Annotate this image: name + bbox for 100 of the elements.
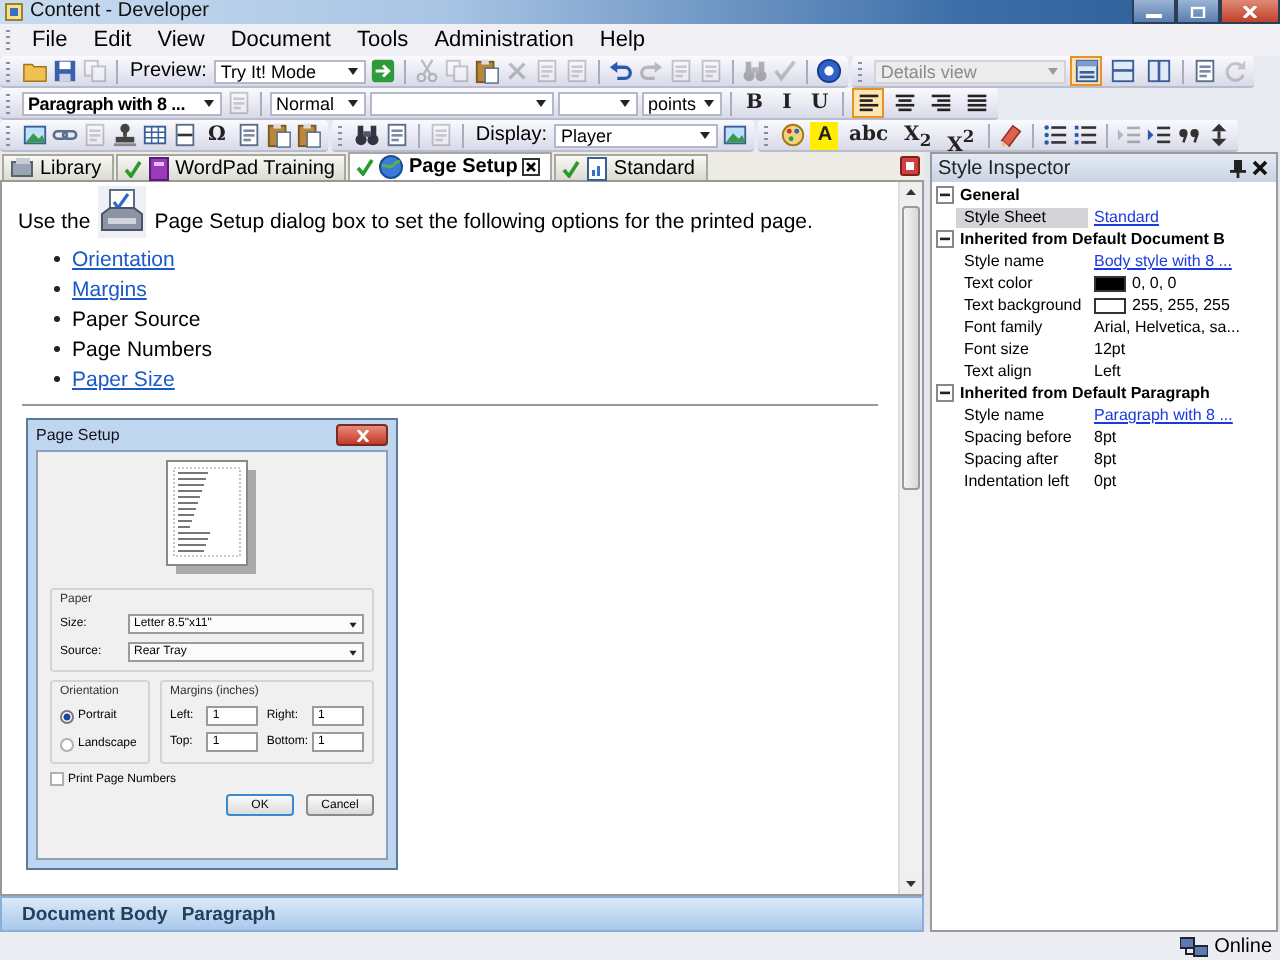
dropdown-arrow-icon	[346, 64, 361, 78]
property-name[interactable]: Indentation left	[956, 471, 1088, 491]
grip-handle[interactable]	[764, 125, 769, 145]
link[interactable]: Margins	[72, 277, 147, 301]
image-icon[interactable]	[22, 122, 48, 148]
layout-button[interactable]	[1106, 56, 1139, 86]
menu-item[interactable]: Edit	[79, 28, 144, 52]
property-name[interactable]: Style name	[956, 251, 1088, 271]
layout-button[interactable]	[1142, 56, 1175, 86]
menu-item[interactable]: File	[18, 28, 80, 52]
breadcrumb-item[interactable]: Paragraph	[181, 903, 276, 925]
eraser-icon[interactable]	[998, 122, 1025, 148]
format-button[interactable]: abc	[842, 121, 895, 149]
align-left-button[interactable]	[852, 88, 885, 118]
format-button[interactable]: I	[772, 89, 801, 117]
restore-button[interactable]	[1176, 0, 1220, 24]
indent-icon[interactable]	[1146, 122, 1173, 148]
document-icon[interactable]	[383, 122, 410, 148]
list-text: Page Numbers	[72, 337, 213, 361]
document-tab[interactable]: Page Setup	[348, 152, 552, 180]
menu-item[interactable]: View	[143, 28, 217, 52]
link[interactable]: Orientation	[72, 247, 175, 271]
stamp-icon[interactable]	[112, 122, 138, 148]
breadcrumb-item[interactable]: Document Body	[22, 903, 168, 925]
dropdown-arrow-icon	[202, 96, 216, 110]
dialog-title: Page Setup	[36, 426, 120, 444]
document-tab[interactable]: WordPad Training	[115, 154, 347, 180]
undo-icon[interactable]	[608, 58, 635, 84]
property-name[interactable]: Font family	[956, 317, 1088, 337]
layout-button[interactable]	[1070, 56, 1103, 86]
radio-button[interactable]	[60, 737, 74, 751]
tab-label: WordPad Training	[175, 157, 335, 179]
close-button[interactable]	[1220, 0, 1280, 24]
format-button[interactable]: X$^{2}$	[941, 121, 981, 149]
minimize-button[interactable]	[1132, 0, 1176, 24]
scroll-thumb[interactable]	[902, 206, 920, 490]
align-center-icon	[891, 90, 918, 116]
clipboard-icon[interactable]	[295, 122, 322, 148]
menu-item[interactable]: Help	[585, 28, 658, 52]
property-name[interactable]: Spacing after	[956, 449, 1088, 469]
property-name[interactable]: Text background	[956, 295, 1088, 315]
property-name[interactable]: Style name	[956, 405, 1088, 425]
dropdown-arrow-icon	[348, 619, 358, 629]
display-dropdown[interactable]: Player	[554, 123, 719, 147]
dropdown-arrow-icon	[618, 96, 632, 110]
menu-item[interactable]: Tools	[343, 28, 421, 52]
format-button[interactable]: Ω	[202, 121, 232, 149]
document-icon[interactable]	[235, 122, 262, 148]
binoculars-icon[interactable]	[353, 122, 380, 148]
clipboard-icon[interactable]	[265, 122, 292, 148]
grip-handle[interactable]	[337, 125, 342, 145]
property-name[interactable]: Font size	[956, 339, 1088, 359]
format-button[interactable]: U	[804, 89, 835, 117]
palette-icon[interactable]	[780, 122, 807, 148]
network-icon	[1180, 935, 1209, 957]
size-unit-dropdown[interactable]: points	[642, 91, 722, 115]
property-name[interactable]: Style Sheet	[956, 207, 1088, 227]
pin-icon[interactable]	[1230, 159, 1246, 177]
save-icon[interactable]	[52, 58, 78, 84]
property-link[interactable]: Standard	[1088, 208, 1159, 226]
close-button[interactable]	[336, 424, 388, 446]
section-title: General	[960, 186, 1020, 204]
clipboard-icon[interactable]	[474, 58, 501, 84]
table-icon[interactable]	[142, 122, 168, 148]
property-name[interactable]: Text color	[956, 273, 1088, 293]
collapse-icon[interactable]	[936, 186, 954, 204]
list-icon[interactable]	[1072, 122, 1099, 148]
collapse-icon[interactable]	[936, 230, 954, 248]
bullet-icon	[54, 256, 60, 262]
list-text: Paper Source	[72, 307, 201, 331]
preview-mode-dropdown[interactable]: Try It! Mode	[214, 59, 367, 83]
text-style-dropdown[interactable]: Normal	[270, 91, 366, 115]
arrow-icon[interactable]	[370, 58, 397, 84]
format-button[interactable]: X$_{2}$	[898, 121, 938, 149]
property-name[interactable]: Spacing before	[956, 427, 1088, 447]
highlight-button[interactable]: A	[810, 121, 839, 149]
book-icon	[145, 155, 172, 181]
dropdown-arrow-icon	[348, 647, 358, 657]
checkbox[interactable]	[50, 772, 64, 786]
radio-button[interactable]	[60, 709, 74, 723]
property-link[interactable]: Paragraph with 8 ...	[1088, 406, 1233, 424]
link[interactable]: Paper Size	[72, 367, 175, 391]
close-icon[interactable]	[521, 158, 540, 176]
document-icon[interactable]	[1192, 58, 1219, 84]
checkmark-icon	[561, 159, 580, 177]
document-tab[interactable]: Standard	[553, 154, 707, 180]
format-button[interactable]: B	[740, 89, 769, 117]
property-name[interactable]: Text align	[956, 361, 1088, 381]
close-pane-icon[interactable]	[900, 156, 920, 176]
collapse-icon[interactable]	[936, 384, 954, 402]
image-icon[interactable]	[722, 122, 749, 148]
grip-handle[interactable]	[858, 61, 863, 81]
document-tab[interactable]: Library	[2, 154, 114, 180]
property-link[interactable]: Body style with 8 ...	[1088, 252, 1232, 270]
menu-item[interactable]: Document	[216, 28, 343, 52]
list-icon[interactable]	[1042, 122, 1069, 148]
paragraph-style-dropdown[interactable]: Paragraph with 8 ...	[22, 91, 222, 115]
menu-item[interactable]: Administration	[420, 28, 586, 52]
toolbar-label: Preview:	[128, 60, 209, 82]
close-icon[interactable]	[1252, 160, 1268, 176]
